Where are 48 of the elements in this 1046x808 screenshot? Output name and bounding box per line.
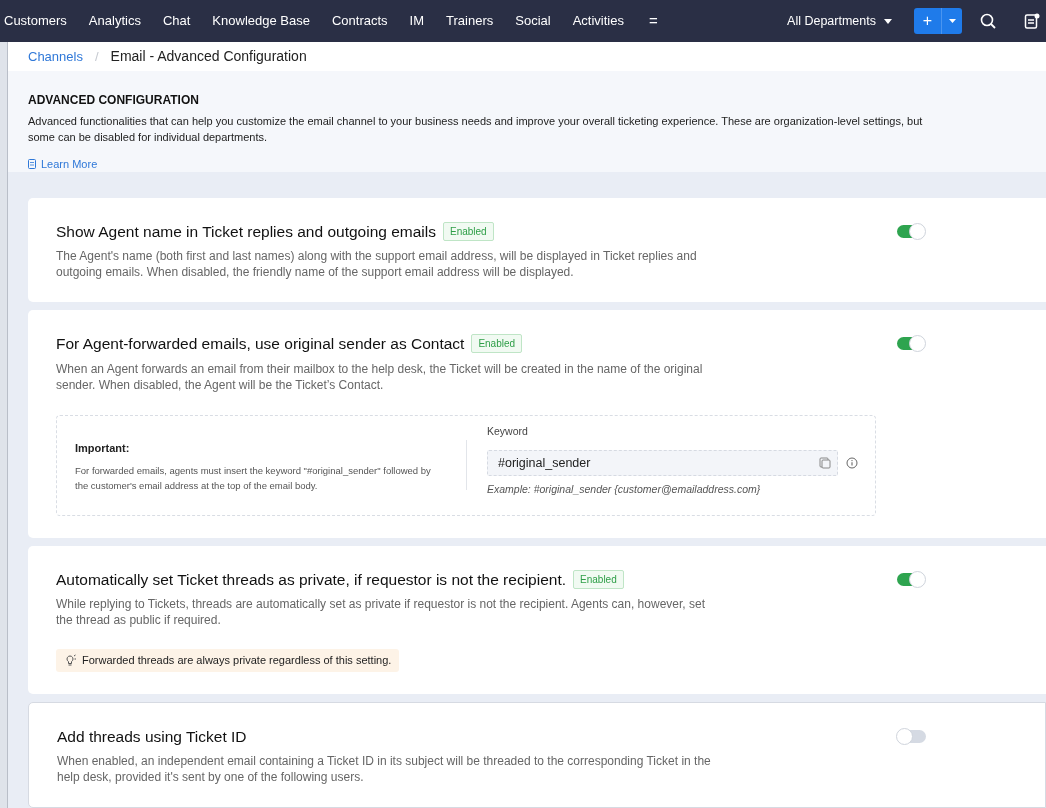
page-title: Email - Advanced Configuration — [110, 46, 307, 66]
setting-title: Show Agent name in Ticket replies and outgoing emails — [56, 222, 436, 242]
section-heading: ADVANCED CONFIGURATION — [28, 91, 200, 109]
nav-tab[interactable]: Customers — [0, 11, 78, 31]
add-dropdown-button[interactable] — [941, 8, 962, 34]
nav-tab[interactable]: IM — [398, 11, 436, 31]
toggle-switch[interactable] — [897, 225, 925, 238]
important-text: For forwarded emails, agents must insert the keyword "#original_sender" followed by the customer's email address at the top of the email body. — [75, 463, 432, 493]
setting-description: When enabled, an independent email containing a Ticket ID in its subject will be threaded to the corresponding Ticket in the help desk, provided it's sent by one of the following users. — [57, 753, 712, 785]
search-icon[interactable] — [980, 13, 996, 29]
setting-title: Add threads using Ticket ID — [57, 726, 247, 747]
breadcrumb-link[interactable]: Channels — [28, 46, 83, 67]
toggle-switch[interactable] — [898, 729, 926, 743]
toggle-switch[interactable] — [897, 572, 925, 586]
keyword-field[interactable]: #original_sender — [487, 450, 838, 476]
caret-icon — [884, 18, 892, 24]
status-badge: Enabled — [573, 569, 624, 589]
keyword-label: Keyword — [487, 424, 529, 440]
setting-description: The Agent's name (both first and last names) along with the support email address, will be displayed in Ticket replies and outgoing emails. When disabled, the friendly name of the support email address will be displayed. — [56, 248, 698, 281]
toggle-switch[interactable] — [897, 337, 925, 351]
setting-title: Automatically set Ticket threads as private, if requestor is not the recipient. — [56, 569, 567, 590]
nav-tab[interactable]: Chat — [151, 11, 202, 31]
note-text: Forwarded threads are always private regardless of this setting. — [82, 653, 392, 668]
setting-description: When an Agent forwards an email from their mailbox to the help desk, the Ticket will be created in the name of the original sender. When disabled, the Agent will be the Ticket’s Contact. — [56, 360, 704, 393]
info-icon[interactable] — [846, 457, 858, 469]
document-icon — [28, 159, 36, 169]
copy-icon[interactable] — [819, 457, 831, 469]
lightbulb-icon — [64, 654, 76, 667]
department-dropdown[interactable]: All Departments — [787, 11, 892, 31]
nav-tab[interactable]: Social — [504, 11, 562, 31]
breadcrumb-separator: / — [93, 47, 100, 66]
setting-description: While replying to Tickets, threads are automatically set as private if requestor is not the recipient. Agents can, however, set the thread as public if required. — [56, 595, 706, 628]
more-menu[interactable]: = — [634, 9, 672, 33]
learn-more-link[interactable]: Learn More — [28, 155, 1026, 173]
nav-tab[interactable]: Analytics — [77, 11, 152, 31]
section-description: Advanced functionalities that can help you customize the email channel to your business needs and improve your overall ticketing experience. These are organization-level settings, but some can be disabled for individual departments. — [28, 113, 924, 145]
keyword-example: Example: #original_sender {customer@emailaddress.com} — [487, 482, 762, 497]
add-button[interactable]: + — [914, 8, 941, 34]
status-badge: Enabled — [443, 222, 494, 242]
nav-tab[interactable]: Trainers — [435, 11, 505, 31]
nav-tab[interactable]: Contracts — [320, 11, 399, 31]
nav-tab[interactable]: Knowledge Base — [201, 11, 321, 31]
important-label: Important: — [75, 441, 131, 456]
status-badge: Enabled — [471, 334, 523, 354]
notes-icon[interactable] — [1024, 13, 1040, 29]
caret-icon — [948, 19, 956, 23]
nav-tab[interactable]: Activities — [561, 11, 635, 31]
setting-title: For Agent-forwarded emails, use original sender as Contact — [56, 334, 465, 355]
